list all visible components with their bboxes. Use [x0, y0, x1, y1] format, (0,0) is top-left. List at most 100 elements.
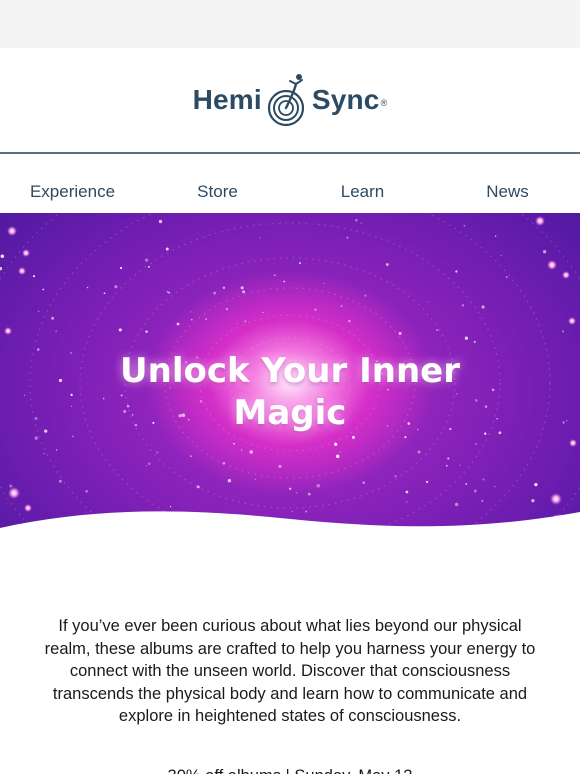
star-dot	[505, 276, 508, 278]
star-dot	[168, 291, 171, 294]
star-dot	[145, 465, 147, 467]
star-dot	[249, 450, 253, 454]
star-dot	[335, 454, 340, 459]
hero-wave-divider	[0, 511, 580, 548]
star-dot	[189, 455, 192, 458]
nav-item-store[interactable]: Store	[145, 172, 290, 212]
star-dot	[34, 436, 38, 440]
star-dot	[339, 451, 341, 453]
star-dot	[259, 237, 261, 239]
star-dot	[222, 286, 226, 290]
star-dot	[176, 322, 180, 326]
star-dot	[148, 462, 151, 465]
star-dot	[9, 484, 13, 488]
star-dot	[385, 263, 389, 266]
star-dot	[362, 481, 365, 484]
star-dot	[0, 254, 5, 258]
star-dot	[473, 489, 477, 493]
star-dot	[43, 453, 45, 455]
hero-title-line-1: Unlock Your Inner	[120, 351, 460, 391]
star-dot	[316, 483, 321, 488]
main-nav: Experience Store Learn News	[0, 172, 580, 212]
star-dot	[542, 250, 547, 254]
star-dot	[461, 304, 465, 307]
star-dot	[114, 285, 118, 289]
promo-line: 30% off albums | Sunday, May 12	[40, 765, 540, 774]
star-dot	[103, 292, 106, 295]
star-dot	[55, 330, 58, 333]
hemi-sync-logo[interactable]: Hemi Sync ®	[193, 70, 388, 130]
star-dot	[51, 316, 55, 320]
star-dot	[42, 288, 45, 291]
nav-item-experience[interactable]: Experience	[0, 172, 145, 212]
star-dot	[38, 310, 40, 313]
star-dot	[274, 274, 276, 276]
star-dot	[355, 219, 358, 222]
star-dot	[475, 443, 477, 445]
star-dot	[481, 305, 485, 309]
star-dot	[240, 286, 244, 290]
star-dot	[289, 487, 292, 490]
star-dot	[494, 486, 496, 488]
star-dot	[190, 318, 193, 321]
star-dot	[85, 489, 88, 493]
star-dot	[236, 323, 238, 325]
star-dot	[398, 331, 402, 335]
star-dot	[482, 478, 485, 481]
star-dot	[427, 301, 429, 303]
hero-title: Unlock Your Inner Magic	[0, 350, 580, 434]
star-dot	[86, 286, 89, 289]
star-dot	[464, 336, 469, 340]
star-dot	[334, 442, 338, 446]
star-dot	[190, 311, 192, 313]
star-dot	[262, 311, 264, 314]
star-dot	[465, 483, 468, 485]
star-dot	[145, 330, 148, 333]
star-dot	[562, 330, 564, 333]
star-dot	[278, 464, 282, 469]
star-dot	[196, 485, 200, 489]
star-dot	[322, 282, 325, 285]
top-spacer	[0, 0, 580, 48]
star-dot	[436, 329, 439, 332]
registered-mark: ®	[380, 98, 388, 108]
logo-text-sync: Sync	[311, 84, 380, 115]
star-dot	[222, 461, 226, 465]
star-dot	[394, 475, 397, 478]
star-dot	[166, 290, 169, 293]
logo-text-hemi: Hemi	[192, 84, 262, 115]
star-dot	[32, 275, 36, 278]
star-dot	[426, 480, 429, 483]
star-dot	[534, 483, 538, 487]
star-dot	[307, 492, 311, 496]
star-dot	[405, 490, 409, 494]
star-dot	[119, 266, 123, 270]
star-dot	[314, 308, 317, 311]
star-dot	[463, 224, 466, 227]
star-dot	[56, 449, 58, 451]
star-dot	[145, 258, 149, 262]
star-dot	[244, 320, 247, 322]
star-dot	[296, 492, 298, 494]
star-dot	[156, 451, 159, 454]
star-dot	[283, 280, 286, 283]
star-dot	[473, 340, 476, 343]
star-dot	[351, 435, 355, 439]
star-dot	[205, 318, 208, 321]
star-dot	[213, 291, 216, 295]
nav-item-news[interactable]: News	[435, 172, 580, 212]
star-dot	[459, 464, 461, 466]
star-dot	[0, 266, 3, 271]
star-dot	[500, 254, 502, 257]
star-dot	[445, 464, 448, 467]
star-dot	[417, 450, 421, 454]
star-dot	[242, 290, 246, 294]
star-dot	[233, 442, 235, 445]
star-dot	[455, 270, 458, 273]
star-dot	[148, 265, 150, 268]
hero-banner[interactable]: Unlock Your Inner Magic	[0, 213, 580, 548]
nav-item-learn[interactable]: Learn	[290, 172, 435, 212]
star-dot	[494, 235, 497, 237]
star-dot	[360, 222, 362, 224]
star-dot	[447, 457, 450, 460]
